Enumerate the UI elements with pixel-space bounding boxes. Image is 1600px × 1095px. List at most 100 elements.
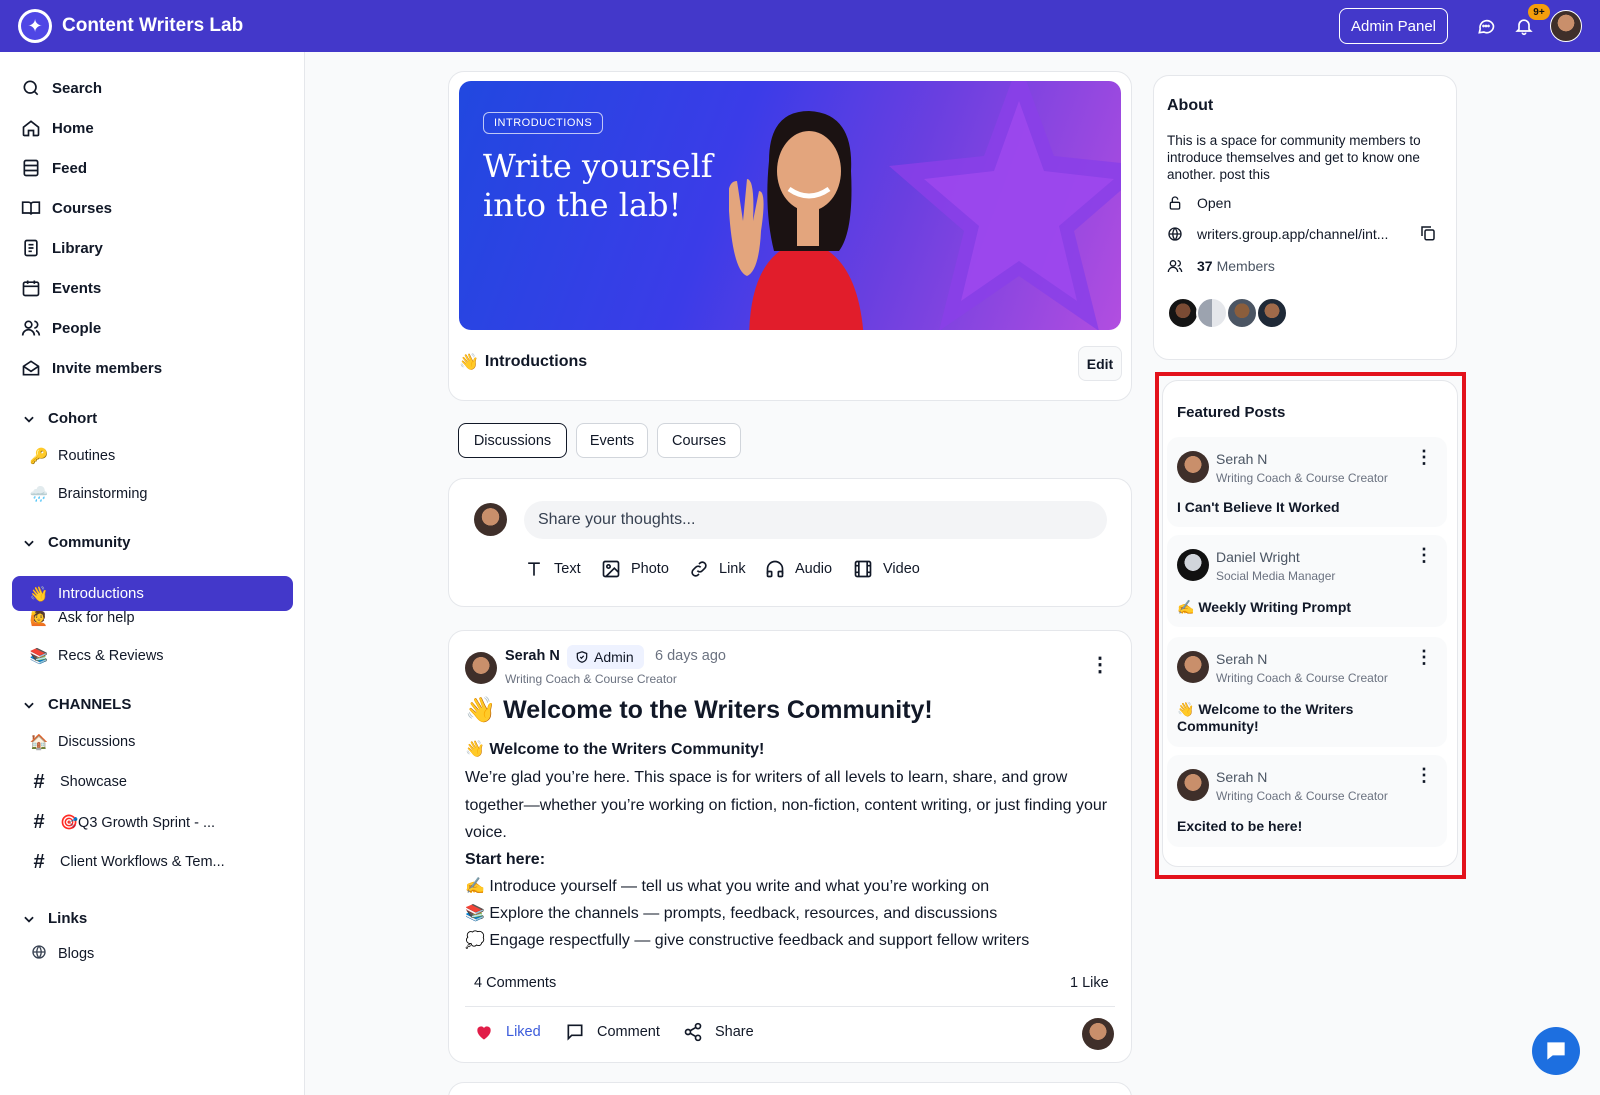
sidebar-item-label: Brainstorming — [58, 486, 148, 502]
composer-video-option[interactable]: Video — [853, 557, 920, 581]
sidebar-item-client-workflows[interactable]: # Client Workflows & Tem... — [28, 848, 225, 876]
hashtag-icon: # — [33, 770, 45, 793]
member-avatar[interactable] — [1226, 297, 1258, 329]
sidebar-item-label: Courses — [52, 199, 113, 217]
share-icon — [684, 1022, 702, 1042]
sidebar-item-label: Ask for help — [58, 610, 135, 626]
sidebar-item-label: Blogs — [58, 946, 95, 962]
hashtag-icon: # — [33, 810, 45, 833]
people-icon — [20, 317, 42, 339]
calendar-icon — [20, 277, 42, 299]
section-channels[interactable]: CHANNELS — [22, 696, 131, 713]
heart-icon — [477, 1026, 491, 1040]
option-label: Video — [883, 561, 920, 577]
member-avatar[interactable] — [1167, 297, 1199, 329]
composer-audio-option[interactable]: Audio — [765, 557, 832, 581]
channel-url[interactable]: writers.group.app/channel/int... — [1197, 226, 1388, 242]
edit-space-button[interactable]: Edit — [1078, 346, 1122, 381]
likes-count[interactable]: 1 Like — [1070, 975, 1109, 991]
comments-count[interactable]: 4 Comments — [474, 975, 556, 991]
sidebar-item-courses[interactable]: Courses — [20, 194, 112, 222]
share-button[interactable]: Share — [683, 1022, 754, 1042]
access-label: Open — [1197, 195, 1232, 211]
post-bullet: 💭 Engage respectfully — give constructiv… — [465, 932, 1030, 949]
sidebar-item-label: People — [52, 319, 102, 337]
tab-discussions[interactable]: Discussions — [458, 423, 567, 458]
tab-events[interactable]: Events — [576, 423, 648, 458]
divider — [465, 1006, 1115, 1007]
section-links[interactable]: Links — [22, 910, 87, 927]
app-logo[interactable]: ✦ — [18, 9, 52, 43]
post-bullet: 📚 Explore the channels — prompts, feedba… — [465, 905, 998, 922]
sidebar-item-feed[interactable]: Feed — [20, 154, 87, 182]
sidebar-item-label: Client Workflows & Tem... — [60, 854, 225, 870]
sidebar-item-label: Introductions — [58, 585, 144, 602]
copy-icon[interactable] — [1419, 224, 1437, 247]
space-title: Introductions — [484, 353, 588, 370]
sidebar-item-label: Home — [52, 119, 94, 137]
sidebar-item-events[interactable]: Events — [20, 274, 101, 302]
sidebar-item-introductions[interactable]: 👋 Introductions — [12, 576, 293, 611]
app-title[interactable]: Content Writers Lab — [62, 15, 243, 37]
tab-courses[interactable]: Courses — [657, 423, 741, 458]
sidebar-item-library[interactable]: Library — [20, 234, 103, 262]
key-icon: 🔑 — [29, 448, 49, 465]
sidebar-item-recs-reviews[interactable]: 📚 Recs & Reviews — [28, 642, 164, 670]
sidebar-item-home[interactable]: Home — [20, 114, 94, 142]
admin-panel-button[interactable]: Admin Panel — [1339, 8, 1448, 44]
comment-label: Comment — [597, 1024, 660, 1040]
option-label: Link — [719, 561, 746, 577]
rain-cloud-icon: 🌧️ — [29, 486, 49, 503]
top-bar: ✦ Content Writers Lab Admin Panel 9+ — [0, 0, 1600, 52]
shield-icon — [576, 651, 588, 663]
text-icon — [528, 562, 540, 576]
section-community[interactable]: Community — [22, 534, 131, 551]
sidebar-item-routines[interactable]: 🔑 Routines — [28, 442, 116, 470]
composer-avatar — [474, 503, 507, 536]
post-title[interactable]: 👋 Welcome to the Writers Community! — [465, 696, 933, 725]
post-author-name[interactable]: Serah N — [505, 648, 560, 664]
sidebar-item-people[interactable]: People — [20, 314, 101, 342]
sidebar-item-search[interactable]: Search — [20, 74, 102, 102]
hashtag-icon: # — [33, 850, 45, 873]
banner-title: Write yourself into the lab! — [483, 147, 713, 224]
liked-button[interactable]: Liked — [474, 1022, 541, 1042]
post-author-avatar[interactable] — [465, 652, 497, 684]
sidebar-item-label: Events — [52, 279, 102, 297]
film-icon — [854, 560, 872, 578]
composer-link-option[interactable]: Link — [689, 557, 746, 581]
chat-fab-button[interactable] — [1532, 1027, 1580, 1075]
sidebar-item-label: 🎯Q3 Growth Sprint - ... — [60, 814, 216, 831]
option-label: Photo — [631, 561, 669, 577]
chat-icon[interactable] — [1474, 14, 1498, 38]
composer-photo-option[interactable]: Photo — [601, 557, 669, 581]
members-row[interactable]: 37 Members — [1167, 255, 1275, 277]
badge-label: Admin — [594, 649, 634, 665]
sidebar-item-q3-growth-sprint[interactable]: # 🎯Q3 Growth Sprint - ... — [28, 808, 215, 836]
books-icon: 📚 — [29, 648, 49, 665]
option-label: Text — [554, 561, 581, 577]
members-label: Members — [1216, 258, 1275, 274]
share-label: Share — [715, 1024, 754, 1040]
home-icon — [20, 117, 42, 139]
sidebar-item-label: Invite members — [52, 359, 163, 377]
access-row: Open — [1167, 192, 1231, 214]
member-avatar[interactable] — [1196, 297, 1228, 329]
sidebar-item-blogs[interactable]: Blogs — [28, 940, 94, 968]
sidebar-item-brainstorming[interactable]: 🌧️ Brainstorming — [28, 480, 148, 508]
chat-bubble-icon — [1547, 1042, 1565, 1060]
star-decoration-icon — [889, 81, 1121, 330]
user-avatar[interactable] — [1550, 10, 1582, 42]
liker-avatar[interactable] — [1082, 1018, 1114, 1050]
composer-text-option[interactable]: Text — [524, 557, 581, 581]
share-thoughts-input[interactable]: Share your thoughts... — [524, 501, 1107, 539]
sidebar-item-invite-members[interactable]: Invite members — [20, 354, 162, 382]
comment-button[interactable]: Comment — [565, 1022, 660, 1042]
sidebar-item-discussions[interactable]: 🏠 Discussions — [28, 728, 136, 756]
member-count: 37 — [1197, 258, 1213, 274]
section-title: CHANNELS — [48, 696, 132, 713]
section-cohort[interactable]: Cohort — [22, 410, 97, 427]
sidebar-item-showcase[interactable]: # Showcase — [28, 768, 126, 796]
member-avatar[interactable] — [1256, 297, 1288, 329]
post-more-icon[interactable]: ⋮ — [1090, 652, 1110, 677]
